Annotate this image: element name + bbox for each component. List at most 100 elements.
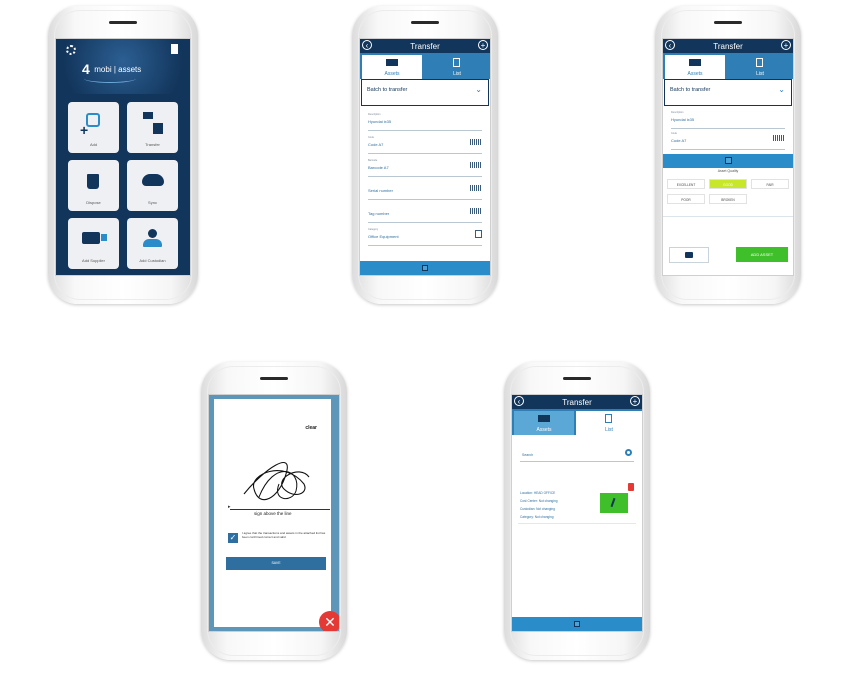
category-field[interactable]: Category Office Equipment [368,227,482,246]
field-caption: Code [671,132,677,135]
search-icon[interactable] [625,449,632,456]
tile-add-supplier[interactable]: Add Supplier [68,218,119,269]
agree-checkbox[interactable]: ✓ [228,533,238,543]
field-caption: Barcode [368,159,378,162]
signature-line-arrow: ▸ [228,504,231,510]
clear-link[interactable]: clear [305,425,317,431]
transfer-target-icon [153,123,163,134]
barcode-icon[interactable] [470,208,482,214]
speaker [411,21,439,24]
tab-assets[interactable]: Assets [514,411,574,435]
divider [663,216,793,217]
chevron-down-icon: ⌄ [475,85,482,94]
signature-line [230,509,330,510]
tab-label: Assets [687,71,703,77]
tab-label: Assets [536,427,552,433]
quality-good-button[interactable]: GOOD [709,179,747,189]
description-field[interactable]: Description Hyundai ix35 [671,110,785,129]
camera-icon [685,252,693,258]
code-field[interactable]: Code Code A7 [671,131,785,150]
field-value: Hyundai ix35 [671,117,695,122]
home-screen: 4 mobi | assets + Add Transfer Dispose S… [55,38,191,276]
barcode-icon[interactable] [470,139,482,145]
tab-bar: Assets List [512,409,642,435]
trash-icon [87,174,99,189]
tile-sync[interactable]: Sync [127,160,178,211]
camera-button[interactable] [669,247,709,263]
serial-number-field[interactable]: Serial number [368,181,482,200]
edit-button[interactable] [600,493,628,513]
item-category: Category: Not changing [520,515,554,519]
tab-label: List [453,71,461,77]
pencil-icon [610,497,616,508]
tile-add[interactable]: + Add [68,102,119,153]
settings-icon[interactable] [66,45,76,55]
signature-canvas[interactable] [224,439,324,519]
tile-dispose[interactable]: Dispose [68,160,119,211]
forklift-icon [82,232,100,244]
item-custodian: Custodian: Not changing [520,507,555,511]
phone-asset-quality: ‹ Transfer + Assets List Batch to transf… [655,6,801,304]
batch-label: Batch to transfer [367,87,408,93]
speaker [714,21,742,24]
save-button[interactable]: SAVE [226,557,326,570]
tab-assets[interactable]: Assets [665,55,725,79]
header-bar: ‹ Transfer + [512,395,642,409]
quality-excellent-button[interactable]: EXCELLENT [667,179,705,189]
quality-broken-button[interactable]: BROKEN [709,194,747,204]
tile-label: Add Supplier [82,258,105,263]
phone-signature: clear ▸ sign above the line ✓ I agree th… [201,362,347,660]
batch-dropdown[interactable]: Batch to transfer ⌄ [361,79,489,106]
tab-list[interactable]: List [576,411,642,435]
field-caption: Description [671,111,684,114]
bottom-bar [360,261,490,275]
barcode-icon[interactable] [773,135,785,141]
search-bar[interactable]: Search [520,449,634,462]
tab-assets[interactable]: Assets [362,55,422,79]
add-icon[interactable]: + [478,40,488,50]
batch-dropdown[interactable]: Batch to transfer ⌄ [664,79,792,106]
barcode-icon[interactable] [470,162,482,168]
field-value: Code A7 [671,138,687,143]
tab-list[interactable]: List [727,55,793,79]
description-field[interactable]: Description Hyundai ix35 [368,112,482,131]
tile-label: Transfer [145,142,160,147]
dropdown-icon[interactable] [475,230,482,238]
tile-label: Dispose [86,200,101,205]
delete-icon[interactable] [628,483,634,491]
plus-icon: + [80,122,89,138]
menu-icon[interactable] [422,265,428,271]
speaker [109,21,137,24]
asset-quality-screen: ‹ Transfer + Assets List Batch to transf… [662,38,794,276]
cloud-sync-icon [142,174,164,186]
quality-icon [725,157,732,164]
logout-icon[interactable] [171,44,178,54]
tile-transfer[interactable]: Transfer [127,102,178,153]
barcode-icon[interactable] [470,185,482,191]
close-icon[interactable]: ✕ [319,611,339,631]
menu-icon[interactable] [574,621,580,627]
logo-arc [84,74,136,83]
header-bar: ‹ Transfer + [360,39,490,53]
tab-list[interactable]: List [424,55,490,79]
item-cost-center: Cost Center: Not changing [520,499,558,503]
tile-add-custodian[interactable]: Add Custodian [127,218,178,269]
transfer-form-screen: ‹ Transfer + Assets List Batch to transf… [359,38,491,276]
tile-label: Add Custodian [139,258,166,263]
barcode-field[interactable]: Barcode Barcode A7 [368,158,482,177]
page-title: Transfer [713,42,743,51]
add-icon[interactable]: + [781,40,791,50]
list-item[interactable]: Location: HEAD OFFICE Cost Center: Not c… [518,479,636,524]
truck-icon [689,59,701,66]
list-icon [756,58,763,67]
code-field[interactable]: Code Code A7 [368,135,482,154]
tab-bar: Assets List [360,53,490,79]
add-icon[interactable]: + [630,396,640,406]
search-input[interactable]: Search [522,453,533,457]
batch-label: Batch to transfer [670,87,711,93]
quality-poor-button[interactable]: POOR [667,194,705,204]
sign-above-line-label: sign above the line [254,511,292,516]
tag-number-field[interactable]: Tag number [368,204,482,223]
quality-fair-button[interactable]: FAIR [751,179,789,189]
add-asset-button[interactable]: ADD ASSET [736,247,788,262]
